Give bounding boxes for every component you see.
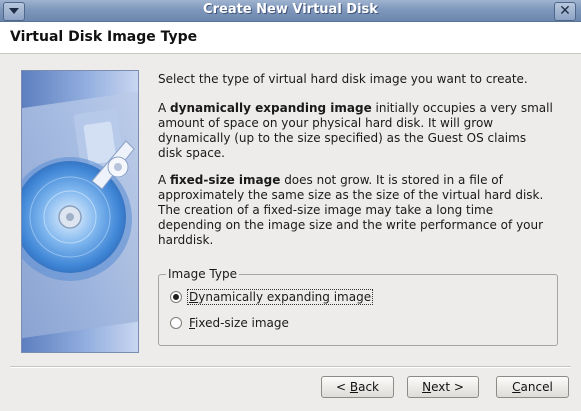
hard-disk-icon [22,91,138,339]
dynamic-lead: A [158,101,171,115]
fixed-lead: A [158,173,171,187]
image-type-legend: Image Type [166,267,239,281]
cancel-button[interactable]: Cancel [496,376,569,398]
description: Select the type of virtual hard disk ima… [158,72,553,260]
close-button[interactable]: ✕ [554,2,576,21]
hard-disk-illustration [21,70,139,353]
intro-text: Select the type of virtual hard disk ima… [158,72,528,86]
footer-separator [10,366,571,368]
next-button[interactable]: Next > [407,376,479,398]
window-title: Create New Virtual Disk [203,2,378,17]
dynamic-image-label[interactable]: Dynamically expanding image [186,289,374,305]
fixed-description: A fixed-size image does not grow. It is … [158,173,553,248]
close-icon: ✕ [559,3,571,19]
window-titlebar[interactable]: Create New Virtual Disk ✕ [0,0,581,22]
page-title: Virtual Disk Image Type [10,29,198,45]
fixed-term: fixed-size image [170,173,281,187]
back-button[interactable]: < Back [321,376,394,398]
image-type-group: Image Type Dynamically expanding image F… [158,267,558,346]
fixed-image-label[interactable]: Fixed-size image [188,316,290,330]
dynamic-image-radio[interactable] [170,291,182,303]
dynamic-term: dynamically expanding image [170,101,372,115]
window-menu-icon [9,8,19,14]
window-menu-button[interactable] [3,2,25,21]
page-header: Virtual Disk Image Type [0,22,581,54]
fixed-image-radio[interactable] [170,317,182,329]
dynamic-description: A dynamically expanding image initially … [158,101,553,161]
